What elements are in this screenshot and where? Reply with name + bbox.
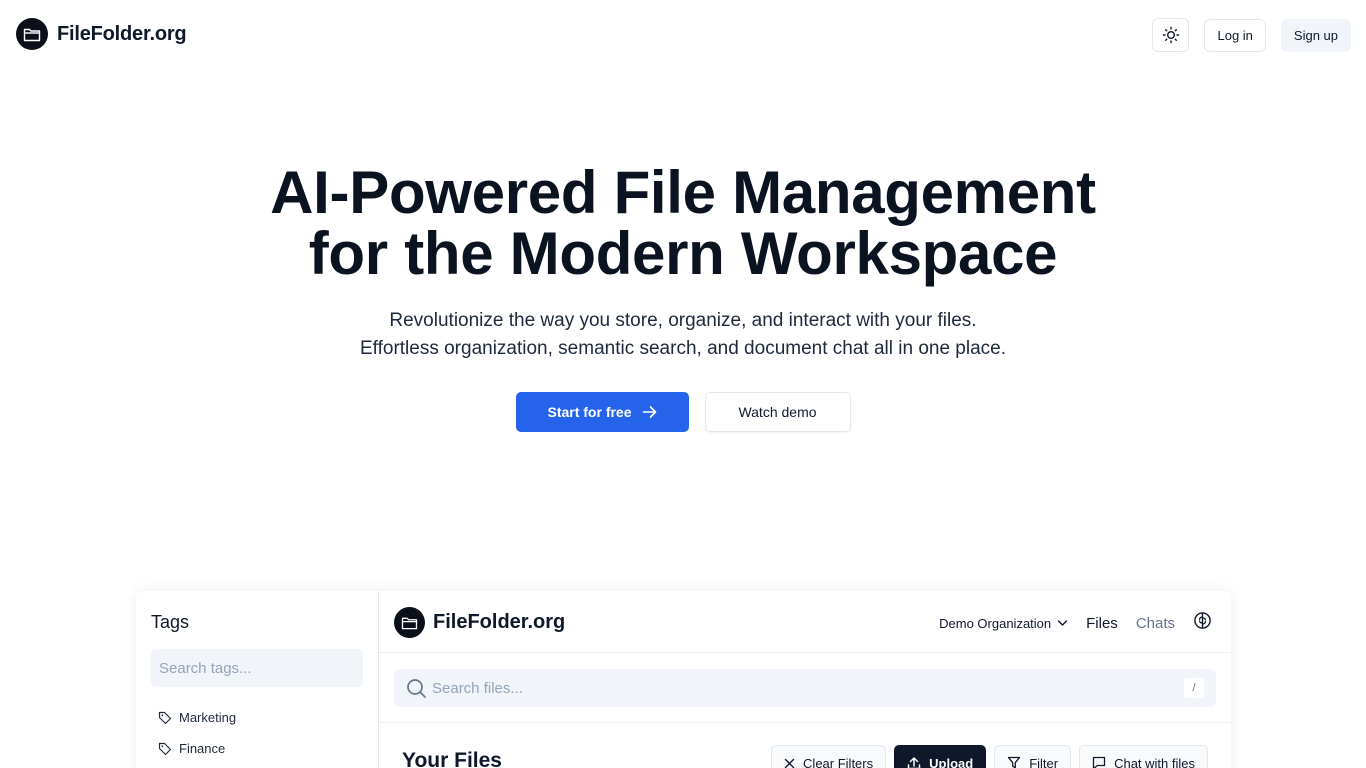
hero-title: AI-Powered File Management for the Moder… [0,162,1366,284]
files-search-box[interactable]: / [394,669,1216,707]
chevron-down-icon [1057,620,1068,626]
hero-subtitle: Revolutionize the way you store, organiz… [0,307,1366,363]
tags-search-input[interactable] [151,649,363,687]
upload-label: Upload [929,755,974,768]
tag-item-finance[interactable]: Finance [158,741,225,756]
files-title: Your Files [402,749,502,768]
filter-button[interactable]: Filter [994,745,1072,768]
clear-filters-label: Clear Filters [803,755,874,768]
app-brand-link[interactable]: FileFolder.org [394,607,565,638]
hero-subtitle-line1: Revolutionize the way you store, organiz… [389,310,977,331]
tag-icon [158,742,172,755]
filter-label: Filter [1029,755,1059,768]
tag-item-marketing[interactable]: Marketing [158,710,236,725]
brain-icon[interactable] [1193,611,1212,635]
folder-logo-icon [394,607,425,638]
sun-icon [1162,26,1180,44]
clear-filters-button[interactable]: Clear Filters [771,745,887,768]
signup-button[interactable]: Sign up [1280,18,1351,52]
hero-title-line1: AI-Powered File Management [270,159,1096,226]
chat-with-files-button[interactable]: Chat with files [1079,745,1208,768]
nav-files-link[interactable]: Files [1086,615,1118,632]
start-for-free-button[interactable]: Start for free [515,392,689,432]
tags-title: Tags [151,612,190,632]
close-icon [784,758,795,768]
upload-button[interactable]: Upload [894,745,987,768]
brand-link[interactable]: FileFolder.org [16,18,187,50]
chat-icon [1092,756,1106,768]
folder-logo-icon [16,18,48,50]
app-header: FileFolder.org Demo Organization Files C… [379,591,1231,653]
files-search-input[interactable] [432,669,1172,707]
filter-icon [1008,756,1021,768]
app-preview: Tags Marketing Finance [136,591,1231,768]
app-brand-name: FileFolder.org [433,611,566,633]
upload-icon [907,757,921,768]
search-shortcut-key: / [1184,678,1204,698]
organization-label: Demo Organization [939,615,1052,631]
top-nav: FileFolder.org Log in Sign up [0,0,1366,70]
start-for-free-label: Start for free [547,404,632,420]
files-toolbar: Clear Filters Upload Filter Chat with fi… [771,745,1208,768]
login-button[interactable]: Log in [1204,18,1266,52]
tags-panel: Tags Marketing Finance [136,591,379,768]
tag-label: Marketing [179,710,237,725]
nav-chats-link[interactable]: Chats [1136,615,1175,632]
tag-label: Finance [179,741,226,756]
tag-icon [158,711,172,724]
brand-name: FileFolder.org [57,22,187,45]
organization-select[interactable]: Demo Organization [939,616,1068,631]
search-icon [407,679,426,698]
cta-row: Start for free Watch demo [0,392,1366,432]
search-row: / [379,653,1231,723]
arrow-right-icon [642,406,656,418]
theme-toggle-button[interactable] [1152,18,1190,52]
hero-subtitle-line2: Effortless organization, semantic search… [359,338,1007,359]
chat-with-files-label: Chat with files [1114,755,1195,768]
watch-demo-button[interactable]: Watch demo [704,392,851,432]
files-main-panel: FileFolder.org Demo Organization Files C… [379,591,1231,768]
hero-title-line2: for the Modern Workspace [308,220,1058,287]
